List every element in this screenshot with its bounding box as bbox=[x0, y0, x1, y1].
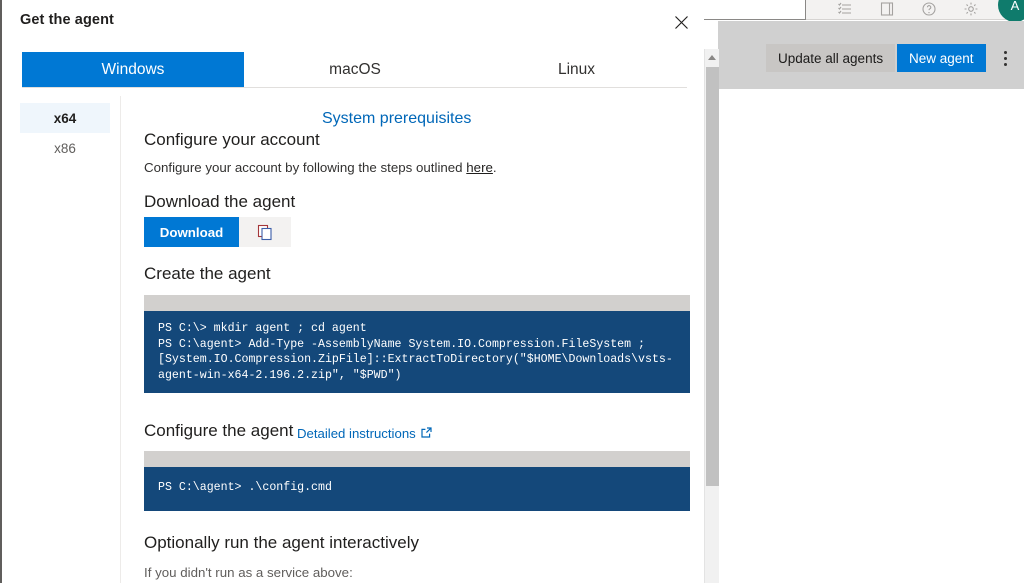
arch-item-x64[interactable]: x64 bbox=[20, 103, 110, 133]
notebook-icon[interactable] bbox=[878, 0, 896, 18]
dialog-title: Get the agent bbox=[20, 12, 114, 28]
platform-tabs: Windows macOS Linux bbox=[22, 52, 687, 88]
new-agent-button[interactable]: New agent bbox=[897, 44, 986, 72]
update-all-agents-button[interactable]: Update all agents bbox=[766, 44, 896, 72]
configure-agent-code-block: PS C:\agent> .\config.cmd bbox=[144, 451, 690, 511]
download-button[interactable]: Download bbox=[144, 217, 239, 247]
create-agent-code-block: PS C:\> mkdir agent ; cd agent PS C:\age… bbox=[144, 295, 690, 393]
dialog-content: System prerequisites Configure your acco… bbox=[121, 96, 704, 583]
configure-agent-code-text: PS C:\agent> .\config.cmd bbox=[144, 467, 690, 511]
background-search-box[interactable] bbox=[700, 0, 806, 20]
gear-icon[interactable] bbox=[962, 0, 980, 18]
app-root: A Update all agents New agent Get the ag… bbox=[0, 0, 1024, 583]
configure-account-text: Configure your account by following the … bbox=[144, 160, 497, 175]
create-agent-code-text: PS C:\> mkdir agent ; cd agent PS C:\age… bbox=[144, 311, 690, 393]
create-agent-heading: Create the agent bbox=[144, 264, 271, 283]
configure-account-here-link[interactable]: here bbox=[466, 160, 493, 175]
background-content-area bbox=[718, 89, 1024, 583]
background-top-icon-group bbox=[836, 0, 1006, 20]
tab-macos[interactable]: macOS bbox=[244, 52, 466, 87]
arch-item-x86[interactable]: x86 bbox=[20, 133, 110, 163]
code-block-toolbar bbox=[144, 295, 690, 311]
scrollbar-thumb[interactable] bbox=[706, 67, 719, 486]
scroll-up-arrow-icon[interactable] bbox=[705, 49, 719, 66]
optional-run-text: If you didn't run as a service above: bbox=[144, 565, 353, 580]
tab-windows[interactable]: Windows bbox=[22, 52, 244, 87]
configure-agent-heading: Configure the agent bbox=[144, 421, 294, 440]
optional-run-heading: Optionally run the agent interactively bbox=[144, 533, 419, 552]
detailed-instructions-link[interactable]: Detailed instructions bbox=[297, 426, 432, 441]
code-block-toolbar bbox=[144, 451, 690, 467]
external-link-icon bbox=[421, 426, 432, 441]
close-icon[interactable] bbox=[662, 6, 700, 38]
get-the-agent-dialog: Get the agent Windows macOS Linux x64 x8… bbox=[0, 0, 704, 583]
list-icon[interactable] bbox=[836, 0, 854, 18]
tab-linux[interactable]: Linux bbox=[466, 52, 687, 87]
configure-account-text-after: . bbox=[492, 160, 497, 175]
dialog-header: Get the agent bbox=[2, 0, 704, 45]
avatar-initial: A bbox=[1010, 0, 1020, 13]
copy-icon[interactable] bbox=[239, 217, 291, 247]
detailed-instructions-label: Detailed instructions bbox=[297, 426, 416, 441]
configure-account-heading: Configure your account bbox=[144, 130, 320, 149]
help-circle-icon[interactable] bbox=[920, 0, 938, 18]
architecture-list: x64 x86 bbox=[20, 103, 110, 163]
download-row: Download bbox=[144, 217, 291, 247]
configure-account-text-before: Configure your account by following the … bbox=[144, 160, 467, 175]
system-prerequisites-link[interactable]: System prerequisites bbox=[322, 110, 471, 128]
page-scrollbar[interactable] bbox=[704, 49, 719, 583]
more-vertical-icon[interactable] bbox=[995, 44, 1015, 72]
download-agent-heading: Download the agent bbox=[144, 192, 296, 211]
